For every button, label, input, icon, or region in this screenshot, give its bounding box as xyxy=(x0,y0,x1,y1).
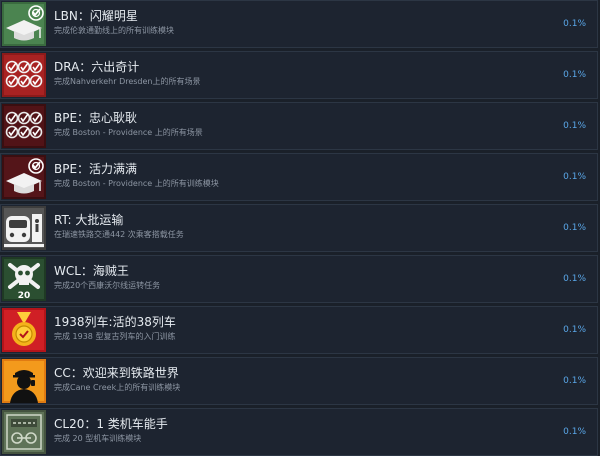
achievement-title: RT: 大批运输 xyxy=(54,213,124,227)
achievement-row-cc-welcome[interactable]: CC：欢迎来到铁路世界 完成Cane Creek上的所有训练模块 0.1% xyxy=(0,357,598,405)
achievement-description: 完成伦敦通勤线上的所有训练模块 xyxy=(54,26,174,35)
unlock-percentage: 0.1% xyxy=(563,70,586,80)
unlock-percentage: 0.1% xyxy=(563,121,586,131)
unlock-percentage: 0.1% xyxy=(563,376,586,386)
achievement-list: LBN：闪耀明星 完成伦敦通勤线上的所有训练模块 0.1% DRA：六出奇计 完… xyxy=(0,0,600,456)
achievement-description: 完成Cane Creek上的所有训练模块 xyxy=(54,383,181,392)
achievement-row-cl20[interactable]: CL20：1 类机车能手 完成 20 型机车训练模块 0.1% xyxy=(0,408,598,456)
achievement-row-lbn-star[interactable]: LBN：闪耀明星 完成伦敦通勤线上的所有训练模块 0.1% xyxy=(0,0,598,48)
medal-icon xyxy=(2,308,46,352)
achievement-description: 完成 1938 型复古列车的入门训练 xyxy=(54,332,176,341)
achievement-description: 完成 20 型机车训练模块 xyxy=(54,434,142,443)
achievement-title: 1938列车:活的38列车 xyxy=(54,315,176,329)
achievement-description: 在瑞速铁路交通442 次乘客搭载任务 xyxy=(54,230,184,239)
unlock-percentage: 0.1% xyxy=(563,325,586,335)
achievement-row-dra[interactable]: DRA：六出奇计 完成Nahverkehr Dresden上的所有场景 0.1% xyxy=(0,51,598,99)
achievement-row-wcl-pirate[interactable]: 20 WCL：海贼王 完成20个西康沃尔线运转任务 0.1% xyxy=(0,255,598,303)
unlock-percentage: 0.1% xyxy=(563,19,586,29)
achievement-title: BPE：活力满满 xyxy=(54,162,138,176)
graduation-cap-icon xyxy=(2,2,46,46)
achievement-title: WCL：海贼王 xyxy=(54,264,129,278)
achievement-description: 完成 Boston - Providence 上的所有场景 xyxy=(54,128,203,137)
skull-crossbones-icon: 20 xyxy=(2,257,46,301)
achievement-title: BPE：忠心耿耿 xyxy=(54,111,138,125)
conductor-silhouette-icon xyxy=(2,359,46,403)
achievement-title: LBN：闪耀明星 xyxy=(54,9,138,23)
achievement-description: 完成20个西康沃尔线运转任务 xyxy=(54,281,161,290)
achievement-description: 完成 Boston - Providence 上的所有训练模块 xyxy=(54,179,219,188)
achievement-row-rt-transport[interactable]: RT: 大批运输 在瑞速铁路交通442 次乘客搭载任务 0.1% xyxy=(0,204,598,252)
six-checkmarks-icon xyxy=(2,104,46,148)
train-front-icon xyxy=(2,206,46,250)
locomotive-plate-icon xyxy=(2,410,46,454)
unlock-percentage: 0.1% xyxy=(563,223,586,233)
achievement-title: CL20：1 类机车能手 xyxy=(54,417,168,431)
unlock-percentage: 0.1% xyxy=(563,274,586,284)
badge-count: 20 xyxy=(18,291,31,301)
achievement-row-bpe-loyal[interactable]: BPE：忠心耿耿 完成 Boston - Providence 上的所有场景 0… xyxy=(0,102,598,150)
unlock-percentage: 0.1% xyxy=(563,172,586,182)
achievement-title: DRA：六出奇计 xyxy=(54,60,140,74)
unlock-percentage: 0.1% xyxy=(563,427,586,437)
six-checkmarks-icon xyxy=(2,53,46,97)
achievement-row-bpe-energetic[interactable]: BPE：活力满满 完成 Boston - Providence 上的所有训练模块… xyxy=(0,153,598,201)
achievement-title: CC：欢迎来到铁路世界 xyxy=(54,366,179,380)
graduation-cap-icon xyxy=(2,155,46,199)
achievement-description: 完成Nahverkehr Dresden上的所有场景 xyxy=(54,77,201,86)
achievement-row-1938-train[interactable]: 1938列车:活的38列车 完成 1938 型复古列车的入门训练 0.1% xyxy=(0,306,598,354)
